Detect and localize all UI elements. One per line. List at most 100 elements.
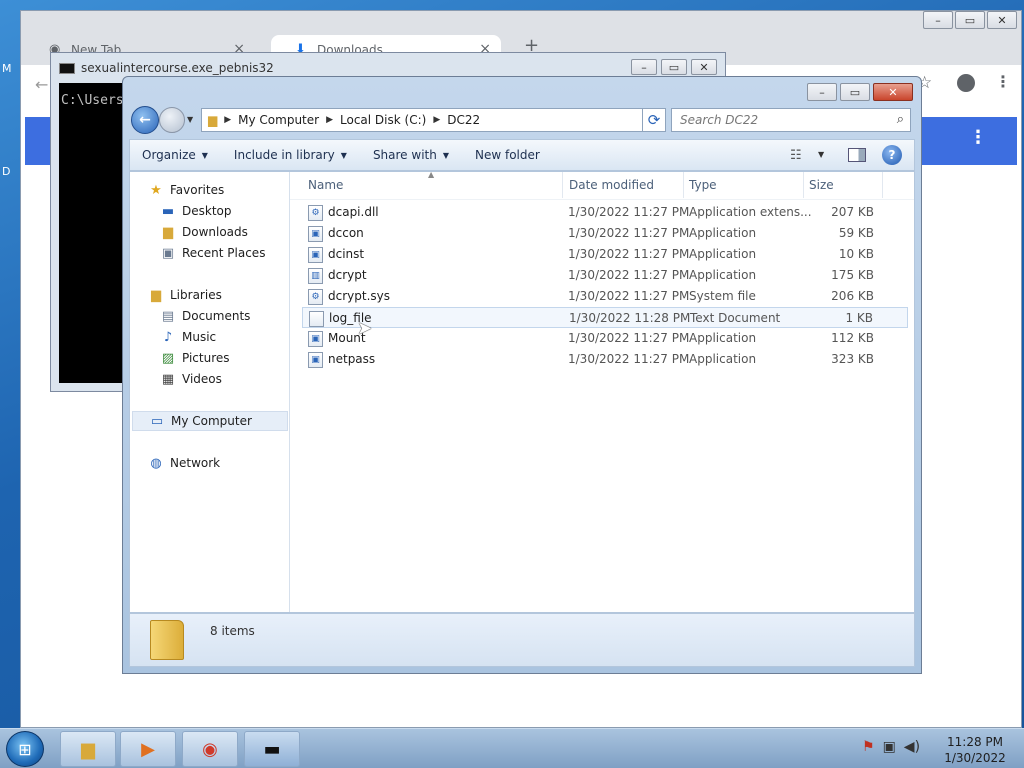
console-icon bbox=[59, 63, 75, 74]
breadcrumb-separator-icon[interactable]: ▶ bbox=[326, 115, 333, 125]
downloads-folder-icon: ▆ bbox=[163, 224, 173, 240]
profile-avatar[interactable] bbox=[957, 74, 975, 92]
file-row[interactable]: ⚙ dcapi.dll 1/30/2022 11:27 PM Applicati… bbox=[302, 202, 908, 223]
documents-icon: ▤ bbox=[161, 308, 175, 324]
minimize-button[interactable]: – bbox=[631, 59, 657, 75]
file-name: dcinst bbox=[328, 247, 365, 261]
taskbar-console[interactable]: ▬ bbox=[244, 731, 300, 767]
column-header-name[interactable]: Name bbox=[308, 178, 343, 192]
nav-item-documents[interactable]: ▤ Documents bbox=[160, 306, 251, 326]
help-icon[interactable]: ? bbox=[882, 145, 902, 165]
close-button[interactable]: ✕ bbox=[873, 83, 913, 101]
refresh-button[interactable]: ⟳ bbox=[642, 108, 666, 132]
forward-button[interactable] bbox=[159, 107, 185, 133]
nav-item-favorites[interactable]: ★ Favorites bbox=[148, 180, 224, 200]
new-folder-button[interactable]: New folder bbox=[463, 148, 554, 162]
back-button[interactable]: ← bbox=[131, 106, 159, 134]
file-row[interactable]: ▣ netpass 1/30/2022 11:27 PM Application… bbox=[302, 349, 908, 370]
mouse-cursor-icon: ➤ bbox=[357, 318, 373, 339]
minimize-button[interactable]: – bbox=[807, 83, 837, 101]
nav-item-downloads[interactable]: ▆ Downloads bbox=[160, 222, 248, 242]
recent-places-icon: ▣ bbox=[161, 245, 175, 261]
file-row[interactable]: ▣ dccon 1/30/2022 11:27 PM Application 5… bbox=[302, 223, 908, 244]
column-divider[interactable] bbox=[683, 172, 684, 198]
column-header-size[interactable]: Size bbox=[809, 178, 834, 192]
column-divider[interactable] bbox=[882, 172, 883, 198]
item-count: 8 items bbox=[210, 624, 255, 638]
action-center-icon[interactable]: ⚑ bbox=[862, 739, 875, 755]
column-divider[interactable] bbox=[562, 172, 563, 198]
share-with-button[interactable]: Share with ▼ bbox=[361, 148, 463, 162]
search-icon[interactable]: ⌕ bbox=[897, 112, 904, 127]
breadcrumb-local-disk[interactable]: Local Disk (C:) bbox=[340, 113, 426, 127]
nav-item-libraries[interactable]: ▆ Libraries bbox=[148, 285, 222, 305]
change-view-icon[interactable]: ☷ bbox=[790, 148, 802, 163]
chrome-window-controls: – ▭ ✕ bbox=[923, 11, 1017, 29]
recent-pages-dropdown-icon[interactable]: ▼ bbox=[187, 115, 193, 124]
breadcrumb-dc22[interactable]: DC22 bbox=[447, 113, 480, 127]
network-icon: ◍ bbox=[150, 455, 162, 471]
nav-label: Favorites bbox=[170, 183, 225, 197]
nav-item-my-computer[interactable]: ▭ My Computer bbox=[132, 411, 288, 431]
nav-item-music[interactable]: ♪ Music bbox=[160, 327, 216, 347]
close-button[interactable]: ✕ bbox=[691, 59, 717, 75]
breadcrumb-separator-icon[interactable]: ▶ bbox=[224, 115, 231, 125]
file-date: 1/30/2022 11:27 PM bbox=[568, 331, 690, 345]
music-icon: ♪ bbox=[163, 329, 173, 345]
maximize-button[interactable]: ▭ bbox=[661, 59, 687, 75]
nav-item-desktop[interactable]: ▬ Desktop bbox=[160, 201, 232, 221]
breadcrumb-my-computer[interactable]: My Computer bbox=[238, 113, 319, 127]
file-row[interactable]: ▣ dcinst 1/30/2022 11:27 PM Application … bbox=[302, 244, 908, 265]
search-input[interactable]: Search DC22 ⌕ bbox=[671, 108, 911, 132]
file-size: 112 KB bbox=[831, 331, 874, 345]
dll-file-icon: ⚙ bbox=[308, 205, 323, 221]
column-header-date[interactable]: Date modified bbox=[569, 178, 654, 192]
taskbar-chrome[interactable]: ◉ bbox=[182, 731, 238, 767]
nav-item-recent-places[interactable]: ▣ Recent Places bbox=[160, 243, 266, 263]
view-dropdown-icon[interactable]: ▼ bbox=[818, 150, 824, 159]
file-date: 1/30/2022 11:27 PM bbox=[568, 289, 690, 303]
maximize-button[interactable]: ▭ bbox=[955, 11, 985, 29]
column-divider[interactable] bbox=[803, 172, 804, 198]
nav-item-videos[interactable]: ▦ Videos bbox=[160, 369, 222, 389]
application-icon: ▣ bbox=[308, 226, 323, 242]
breadcrumb-separator-icon[interactable]: ▶ bbox=[433, 115, 440, 125]
close-button[interactable]: ✕ bbox=[987, 11, 1017, 29]
file-row[interactable]: ▥ dcrypt 1/30/2022 11:27 PM Application … bbox=[302, 265, 908, 286]
column-header-type[interactable]: Type bbox=[689, 178, 717, 192]
taskbar-explorer[interactable]: ▆ bbox=[60, 731, 116, 767]
include-label: Include in library bbox=[233, 148, 335, 162]
organize-label: Organize bbox=[142, 148, 196, 162]
network-icon[interactable]: ▣ bbox=[883, 739, 896, 755]
file-row[interactable]: log_file 1/30/2022 11:28 PM Text Documen… bbox=[302, 307, 908, 328]
file-size: 10 KB bbox=[838, 247, 874, 261]
file-type: Application bbox=[689, 268, 757, 282]
share-label: Share with bbox=[372, 148, 437, 162]
include-in-library-button[interactable]: Include in library ▼ bbox=[222, 148, 361, 162]
file-size: 323 KB bbox=[831, 352, 874, 366]
volume-icon[interactable]: ◀) bbox=[904, 739, 920, 755]
nav-item-network[interactable]: ◍ Network bbox=[148, 453, 220, 473]
nav-item-pictures[interactable]: ▨ Pictures bbox=[160, 348, 230, 368]
more-options-icon[interactable]: ⋮ bbox=[969, 127, 987, 148]
maximize-button[interactable]: ▭ bbox=[840, 83, 870, 101]
taskbar-media-player[interactable]: ▶ bbox=[120, 731, 176, 767]
chrome-menu-icon[interactable]: ⋮ bbox=[995, 72, 1011, 91]
application-icon: ▣ bbox=[308, 247, 323, 263]
address-bar[interactable]: ▆ ▶ My Computer ▶ Local Disk (C:) ▶ DC22… bbox=[201, 108, 665, 132]
organize-button[interactable]: Organize ▼ bbox=[130, 148, 222, 162]
file-row[interactable]: ⚙ dcrypt.sys 1/30/2022 11:27 PM System f… bbox=[302, 286, 908, 307]
minimize-button[interactable]: – bbox=[923, 11, 953, 29]
back-arrow-icon[interactable]: ← bbox=[35, 75, 48, 94]
system-file-icon: ⚙ bbox=[308, 289, 323, 305]
new-folder-label: New folder bbox=[475, 148, 540, 162]
file-type: Application bbox=[689, 352, 757, 366]
file-size: 207 KB bbox=[831, 205, 874, 219]
preview-pane-icon[interactable] bbox=[848, 148, 866, 162]
file-row[interactable]: ▣ Mount 1/30/2022 11:27 PM Application 1… bbox=[302, 328, 908, 349]
start-button[interactable]: ⊞ bbox=[6, 731, 44, 767]
nav-label: My Computer bbox=[171, 414, 252, 428]
nav-label: Downloads bbox=[182, 225, 248, 239]
file-type: Application bbox=[689, 331, 757, 345]
clock[interactable]: 11:28 PM 1/30/2022 bbox=[940, 734, 1010, 766]
